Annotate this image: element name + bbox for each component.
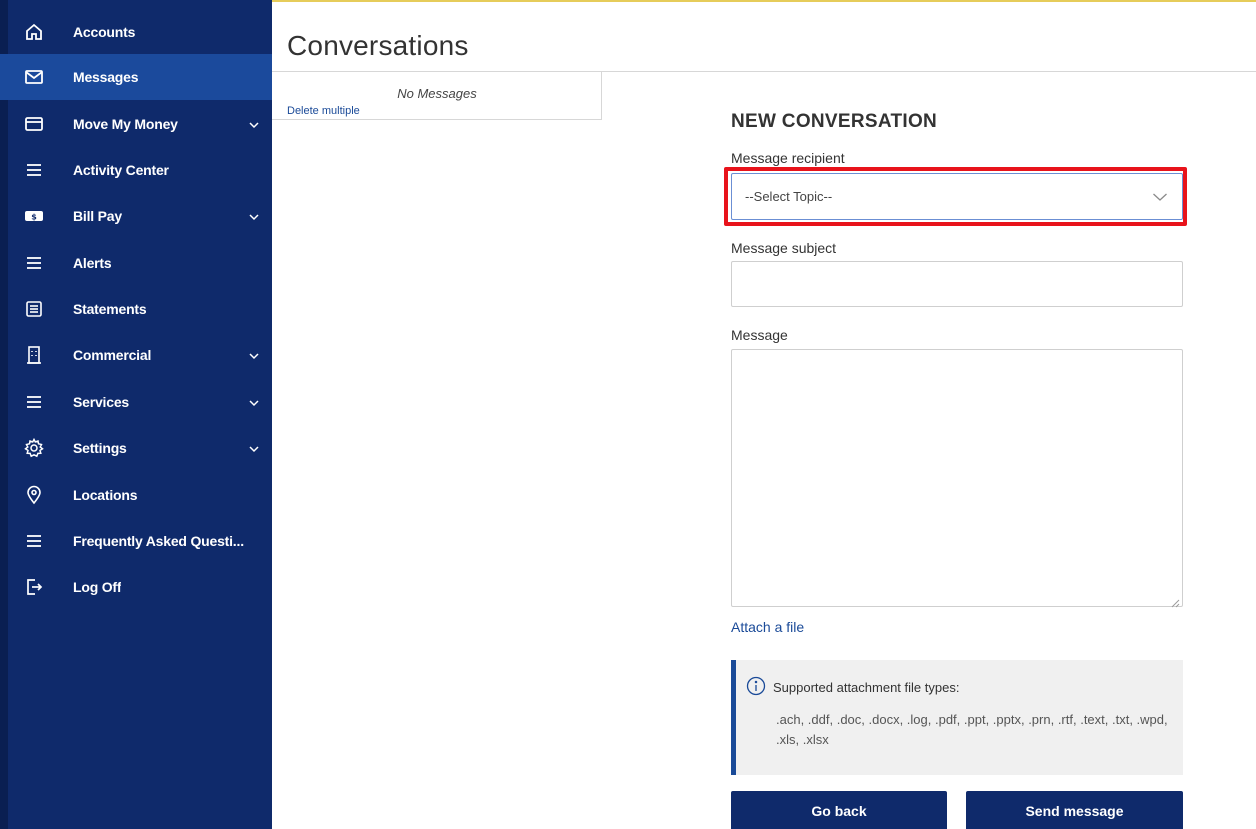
- sidebar-item-label: Move My Money: [73, 116, 178, 132]
- attachment-info-box: Supported attachment file types: .ach, .…: [731, 660, 1183, 775]
- menu-icon: [24, 253, 44, 273]
- send-message-button[interactable]: Send message: [966, 791, 1183, 829]
- top-accent-line: [272, 0, 1256, 2]
- dollar-bill-icon: $: [24, 206, 44, 226]
- info-icon: [746, 676, 766, 696]
- sidebar-item-label: Accounts: [73, 24, 136, 40]
- sidebar-item-label: Commercial: [73, 347, 152, 363]
- menu-icon: [24, 531, 44, 551]
- sidebar-item-label: Bill Pay: [73, 208, 122, 224]
- gear-icon: [24, 438, 44, 458]
- sidebar-item-label: Alerts: [73, 255, 112, 271]
- page-title: Conversations: [287, 30, 469, 61]
- chevron-down-icon[interactable]: [248, 118, 260, 130]
- empty-messages-text: No Messages: [397, 86, 477, 101]
- chevron-down-icon[interactable]: [248, 210, 260, 222]
- sidebar-item-statements[interactable]: Statements: [0, 286, 272, 332]
- sidebar-item-label: Statements: [73, 301, 147, 317]
- attach-file-link[interactable]: Attach a file: [731, 619, 804, 635]
- sidebar-item-label: Log Off: [73, 579, 122, 595]
- logout-icon: [24, 577, 44, 597]
- sidebar-item-label: Services: [73, 394, 130, 410]
- menu-icon: [24, 392, 44, 412]
- chevron-down-icon[interactable]: [248, 396, 260, 408]
- new-conversation-heading: NEW CONVERSATION: [731, 111, 938, 132]
- supported-file-types: .ach, .ddf, .doc, .docx, .log, .pdf, .pp…: [776, 712, 1168, 747]
- message-label: Message: [731, 327, 788, 343]
- sidebar-item-label: Messages: [73, 69, 139, 85]
- sidebar-item-messages[interactable]: Messages: [0, 54, 272, 100]
- messages-list-pane: No Messages Delete multiple: [272, 72, 602, 120]
- statement-icon: [24, 299, 44, 319]
- sidebar-item-activity-center[interactable]: Activity Center: [0, 147, 272, 193]
- sidebar-item-alerts[interactable]: Alerts: [0, 240, 272, 286]
- recipient-select[interactable]: --Select Topic--: [731, 173, 1183, 220]
- recipient-select-value: --Select Topic--: [745, 189, 833, 204]
- delete-multiple-link[interactable]: Delete multiple: [287, 105, 360, 117]
- chevron-down-icon: [1152, 189, 1168, 205]
- menu-icon: [24, 160, 44, 180]
- sidebar-item-settings[interactable]: Settings: [0, 425, 272, 471]
- go-back-button[interactable]: Go back: [731, 791, 947, 829]
- sidebar-item-commercial[interactable]: Commercial: [0, 332, 272, 378]
- message-textarea[interactable]: [731, 349, 1183, 608]
- recipient-label: Message recipient: [731, 150, 845, 166]
- info-title: Supported attachment file types:: [773, 680, 960, 695]
- sidebar-item-label: Activity Center: [73, 162, 169, 178]
- subject-label: Message subject: [731, 240, 837, 256]
- svg-text:$: $: [31, 213, 37, 222]
- chevron-down-icon[interactable]: [248, 442, 260, 454]
- sidebar-item-label: Settings: [73, 440, 127, 456]
- building-icon: [24, 345, 44, 365]
- sidebar-item-services[interactable]: Services: [0, 379, 272, 425]
- sidebar-item-bill-pay[interactable]: $ Bill Pay: [0, 193, 272, 239]
- sidebar-item-label: Locations: [73, 487, 138, 503]
- location-pin-icon: [24, 485, 44, 505]
- sidebar-item-accounts[interactable]: Accounts: [0, 9, 272, 55]
- resize-grip-icon[interactable]: [1171, 595, 1180, 608]
- home-icon: [24, 22, 44, 42]
- sidebar-item-faq[interactable]: Frequently Asked Questi...: [0, 518, 272, 564]
- sidebar-item-label: Frequently Asked Questi...: [73, 533, 244, 549]
- sidebar-item-locations[interactable]: Locations: [0, 472, 272, 518]
- sidebar: Accounts Messages Move My Money Activity…: [0, 0, 272, 829]
- chevron-down-icon[interactable]: [248, 349, 260, 361]
- sidebar-item-log-off[interactable]: Log Off: [0, 564, 272, 610]
- sidebar-item-move-my-money[interactable]: Move My Money: [0, 101, 272, 147]
- subject-input[interactable]: [731, 261, 1183, 307]
- envelope-icon: [24, 67, 44, 87]
- card-icon: [24, 114, 44, 134]
